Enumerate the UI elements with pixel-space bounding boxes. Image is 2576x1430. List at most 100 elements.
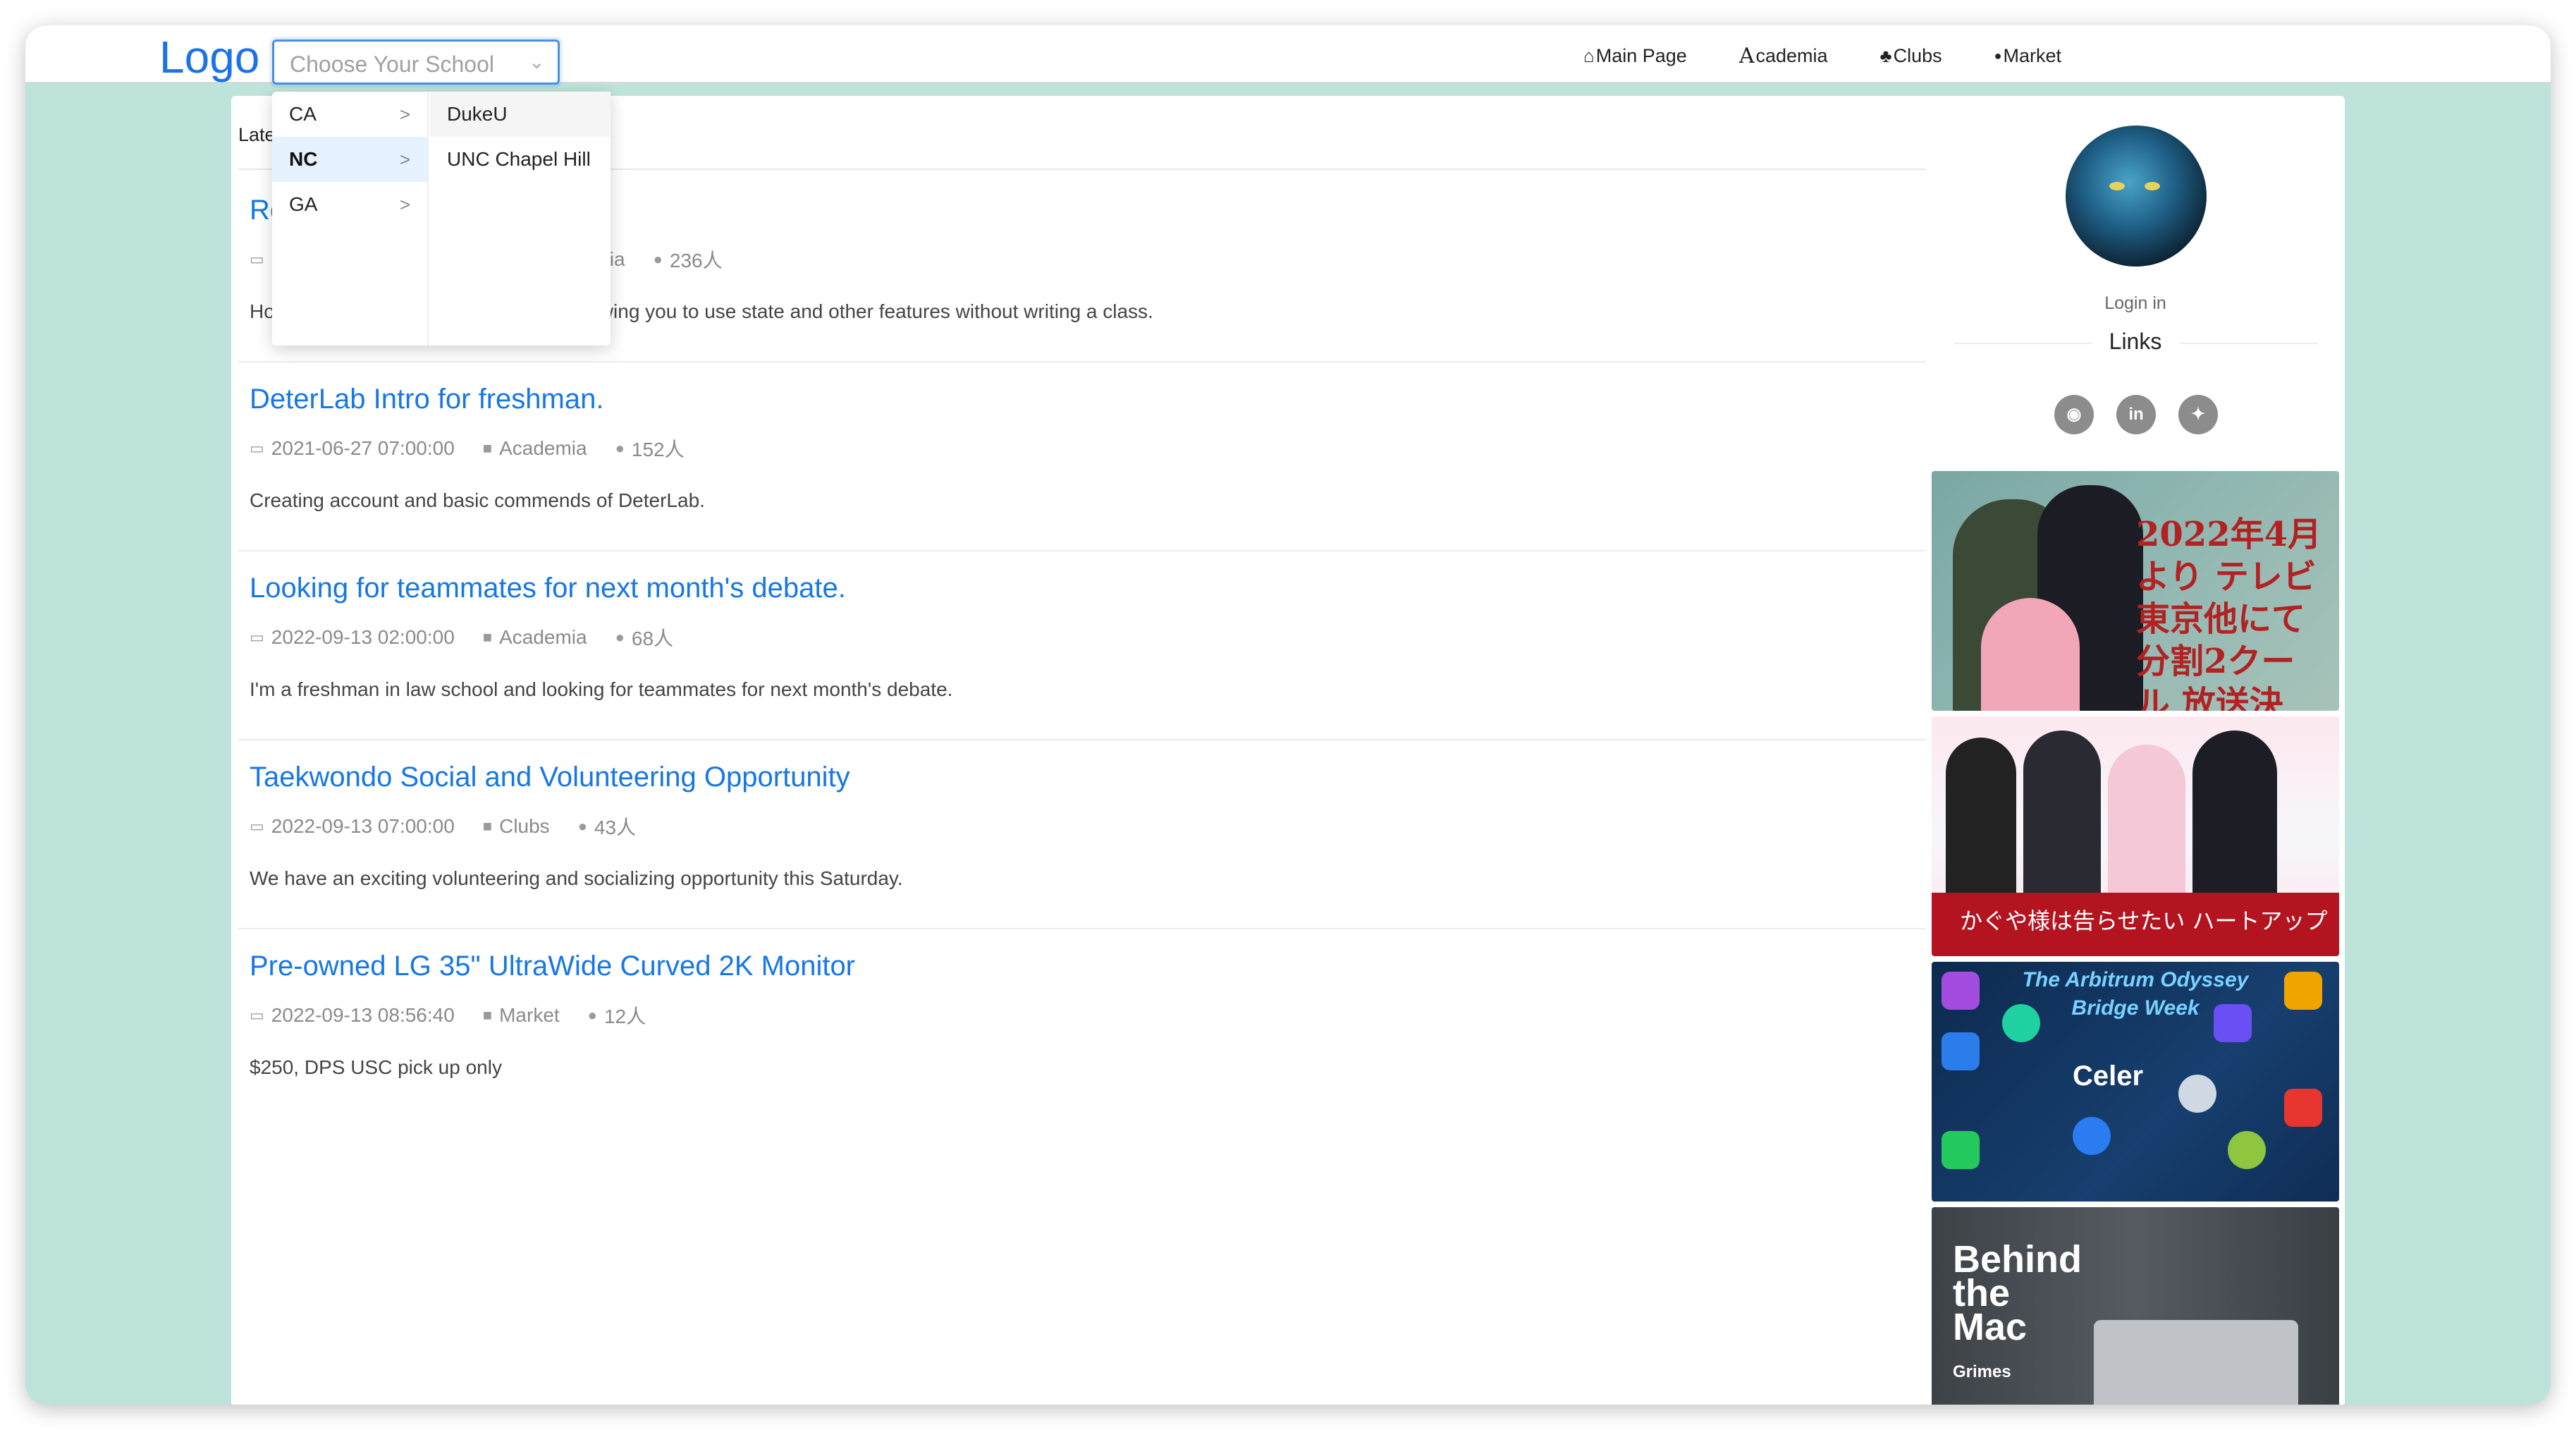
school-select-placeholder: Choose Your School [290,51,494,77]
fire-icon: ● [615,439,625,457]
school-select[interactable]: Choose Your School ⌄ [272,39,560,85]
post-title[interactable]: Taekwondo Social and Volunteering Opport… [250,762,850,793]
folder-icon: ■ [482,817,493,835]
nav-main-page[interactable]: ⌂ Main Page [1583,44,1687,68]
twitter-icon[interactable]: ✦ [2178,395,2218,434]
bridge-icon [2002,1004,2040,1042]
post-item: Looking for teammates for next month's d… [231,573,1937,762]
character-figure [1981,598,2080,711]
calendar-icon: ▭ [250,628,264,646]
folder-icon: ■ [482,439,493,457]
avatar-eye [2109,182,2125,190]
avatar-eye [2145,182,2160,190]
calendar-icon: ▭ [250,1006,264,1024]
bridge-icon [1942,972,1980,1010]
post-category[interactable]: Academia [499,626,587,649]
school-column: DukeU UNC Chapel Hill [430,92,611,346]
post-title[interactable]: Pre-owned LG 35" UltraWide Curved 2K Mon… [250,951,855,982]
post-meta: ▭ 2022-09-13 02:00:00 ■ Academia ● 68人 [250,623,673,652]
state-column: CA > NC > GA > [272,92,429,346]
post-meta: ▭ 2022-09-13 07:00:00 ■ Clubs ● 43人 [250,812,636,841]
chevron-right-icon: > [399,104,410,125]
calendar-icon: ▭ [250,439,264,457]
post-date: 2021-06-27 07:00:00 [271,437,455,459]
post-category[interactable]: Clubs [499,815,550,838]
github-icon[interactable]: ◉ [2054,395,2094,434]
divider [238,361,1927,362]
latest-heading: Late [238,124,276,145]
chevron-right-icon: > [399,149,410,170]
bridge-icon [2228,1131,2266,1169]
post-views: 236人 [669,250,723,271]
post-item: Pre-owned LG 35" UltraWide Curved 2K Mon… [231,951,1937,1139]
main-nav: ⌂ Main Page A cademia ♣ Clubs ● Market [1583,44,2114,68]
nav-label: Clubs [1893,45,1942,66]
post-title[interactable]: Looking for teammates for next month's d… [250,573,846,604]
post-title[interactable]: DeterLab Intro for freshman. [250,384,603,415]
browser-window: Logo Choose Your School ⌄ ⌂ Main Page A … [25,25,2551,1405]
character-figure [2192,731,2277,893]
bridge-icon [2284,1089,2322,1127]
post-category[interactable]: Market [499,1004,560,1027]
laptop-image [2094,1320,2298,1405]
avatar[interactable] [2066,126,2207,267]
linkedin-icon[interactable]: in [2116,395,2156,434]
nav-label: Market [2003,45,2062,66]
bridge-icon [2073,1117,2111,1155]
divider [238,550,1927,551]
post-excerpt: We have an exciting volunteering and soc… [250,867,903,889]
banner-text: Behind the Mac [1953,1238,2082,1348]
calendar-icon: ▭ [250,817,264,835]
arbitrum-banner[interactable]: The Arbitrum Odyssey Bridge Week Celer [1932,962,2339,1202]
post-meta: ▭ 2021-06-27 07:00:00 ■ Academia ● 152人 [250,434,685,463]
post-excerpt: $250, DPS USC pick up only [250,1056,502,1078]
behind-the-mac-banner[interactable]: Behind the Mac Grimes [1932,1207,2339,1405]
fire-icon: ● [577,817,587,835]
school-option-unc[interactable]: UNC Chapel Hill [430,137,611,182]
divider [238,928,1927,929]
option-label: DukeU [447,103,508,125]
fire-icon: ● [615,628,625,646]
banner-text: Grimes [1953,1362,2011,1381]
post-category[interactable]: Academia [499,437,587,460]
character-figure [1946,738,2016,893]
folder-icon: ■ [482,1006,493,1024]
bridge-icon [1942,1131,1980,1169]
clubs-icon: ♣ [1879,45,1892,66]
state-option-ga[interactable]: GA > [272,182,427,227]
divider [238,739,1927,740]
nav-clubs[interactable]: ♣ Clubs [1880,44,1942,68]
top-navbar: Logo Choose Your School ⌄ ⌂ Main Page A … [25,25,2551,85]
option-label: NC [289,148,318,170]
profile-sidebar: Login in Links ◉ in ✦ 2022年4月より テレビ東京他にて… [1926,96,2345,1405]
post-date: 2022-09-13 02:00:00 [271,626,455,648]
nav-academia[interactable]: A cademia [1739,44,1828,68]
option-label: CA [289,103,317,125]
folder-icon: ■ [482,628,493,646]
post-category: ia [609,248,625,270]
site-logo[interactable]: Logo [159,31,259,83]
post-date: 2022-09-13 08:56:40 [271,1004,455,1026]
post-views: 43人 [594,817,637,838]
banner-text: かぐや様は告らせたい ハートアップ [1960,908,2328,934]
bridge-icon [1942,1032,1980,1070]
spy-family-banner[interactable]: 2022年4月より テレビ東京他にて 分割2クール 放送決定!! [1932,471,2339,711]
state-option-ca[interactable]: CA > [272,92,427,137]
academia-icon: A [1738,44,1755,68]
divider [2180,343,2318,344]
chevron-right-icon: > [399,194,410,215]
school-cascader-dropdown: CA > NC > GA > DukeU UNC Chapel Hill [272,92,611,346]
login-link[interactable]: Login in [1926,293,2345,314]
post-views: 12人 [603,1006,646,1027]
excerpt-start: Ho [250,300,275,322]
post-meta: ▭ 2022-09-13 08:56:40 ■ Market ● 12人 [250,1001,646,1029]
post-date: 2022-09-13 07:00:00 [271,815,455,837]
school-option-dukeu[interactable]: DukeU [430,92,611,137]
state-option-nc[interactable]: NC > [272,137,427,182]
nav-market[interactable]: ● Market [1994,44,2061,68]
calendar-icon: ▭ [250,250,264,268]
fire-icon: ● [587,1006,597,1024]
character-figure [2023,731,2101,893]
post-item: Taekwondo Social and Volunteering Opport… [231,762,1937,951]
kaguya-banner[interactable]: かぐや様は告らせたい ハートアップ [1932,716,2339,956]
